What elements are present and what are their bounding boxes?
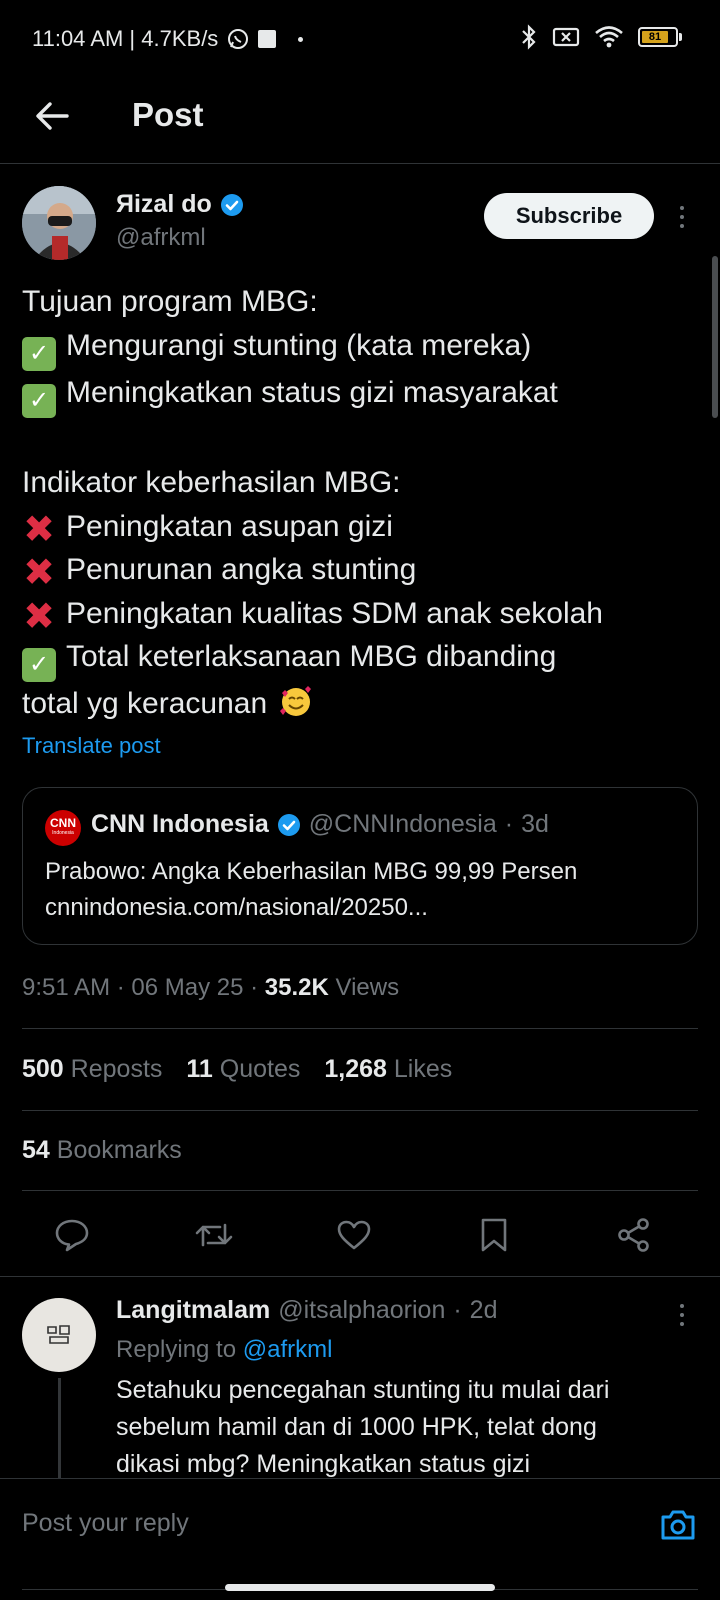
post-line: Tujuan program MBG: (22, 285, 318, 318)
reply-icon (55, 1219, 89, 1252)
reply-composer: Post your reply (0, 1478, 720, 1600)
status-time-speed: 11:04 AM | 4.7KB/s (32, 26, 219, 51)
post-line: ✓ Meningkatkan status gizi masyarakat (22, 371, 702, 418)
reply-text: Setahuku pencegahan stunting itu mulai d… (116, 1376, 610, 1478)
divider (22, 1110, 698, 1111)
like-button[interactable] (334, 1215, 374, 1255)
quote-text: Prabowo: Angka Keberhasilan MBG 99,99 Pe… (45, 858, 578, 885)
quote-link: cnnindonesia.com/nasional/20250... (45, 894, 428, 921)
author-handle[interactable]: @afrkml (116, 224, 206, 252)
reply-input[interactable]: Post your reply (22, 1509, 189, 1538)
post-text: Tujuan program MBG: ✓ Mengurangi stunting… (22, 280, 702, 726)
verified-badge-icon (277, 813, 300, 836)
battery-icon: 81 (638, 27, 682, 47)
whatsapp-icon (228, 29, 249, 49)
share-button[interactable] (614, 1215, 654, 1255)
post-line: ✖ Penurunan angka stunting (23, 552, 417, 594)
replying-to-handle[interactable]: @afrkml (243, 1336, 333, 1363)
quote-header: CNN Indonesia @CNNIndonesia · 3d (91, 810, 549, 839)
divider (0, 1276, 720, 1277)
camera-icon (661, 1510, 695, 1540)
sim-disabled-icon (552, 27, 580, 47)
notification-dot-icon (298, 36, 304, 42)
status-bar: 11:04 AM | 4.7KB/s 81 (0, 0, 720, 76)
check-mark-icon: ✓ (22, 383, 56, 418)
back-button[interactable] (32, 96, 72, 136)
scrollbar[interactable] (712, 256, 718, 418)
quote-time: 3d (521, 810, 549, 838)
cross-mark-icon: ✖ (23, 508, 55, 551)
post-line: ✖ Peningkatan asupan gizi (23, 508, 393, 551)
arrow-left-icon (36, 102, 69, 130)
author-name[interactable]: Яizal do (116, 190, 244, 219)
repost-button[interactable] (194, 1215, 234, 1255)
heart-icon (337, 1220, 371, 1250)
page-title: Post (132, 96, 204, 133)
post-line-blank (22, 418, 702, 462)
reply-more-options-icon[interactable] (672, 1300, 692, 1330)
post-line: Indikator keberhasilan MBG: (22, 466, 401, 499)
battery-level: 81 (642, 31, 668, 43)
status-left: 11:04 AM | 4.7KB/s (32, 26, 304, 52)
bluetooth-icon (522, 24, 536, 50)
notification-square-icon (258, 30, 277, 48)
check-mark-icon: ✓ (22, 336, 56, 371)
divider (22, 1190, 698, 1191)
top-app-bar: Post (0, 76, 720, 164)
reply-author-handle[interactable]: @itsalphaorion (278, 1296, 445, 1325)
repost-icon (195, 1223, 233, 1247)
quoted-post-card[interactable]: CNN Indonesia CNN Indonesia @CNNIndonesia… (22, 787, 698, 945)
reply-author-avatar[interactable] (22, 1298, 96, 1372)
post-line: ✓ Mengurangi stunting (kata mereka) (22, 324, 702, 371)
thread-connector (58, 1378, 61, 1480)
reply-author-name[interactable]: Langitmalam (116, 1296, 270, 1325)
home-indicator[interactable] (225, 1584, 495, 1591)
translate-post-link[interactable]: Translate post (22, 733, 161, 759)
separator-dot: · (504, 810, 514, 838)
views-count: 35.2K (264, 974, 329, 1001)
more-options-icon[interactable] (672, 202, 692, 232)
replying-to: Replying to @afrkml (116, 1336, 333, 1363)
post-line: ✓ Total keterlaksanaan MBG dibanding (22, 635, 702, 682)
quote-author-name: CNN Indonesia (91, 810, 269, 838)
likes-stat[interactable]: 1,268 Likes (324, 1055, 452, 1084)
reply-button[interactable] (52, 1215, 92, 1255)
bookmark-button[interactable] (474, 1215, 514, 1255)
separator-dot: · (453, 1296, 462, 1324)
camera-button[interactable] (656, 1503, 700, 1547)
share-icon (618, 1218, 649, 1252)
post-line: total yg keracunan (22, 682, 702, 726)
cross-mark-icon: ✖ (23, 552, 55, 594)
cross-mark-icon: ✖ (23, 595, 55, 638)
author-name-text: Яizal do (116, 190, 212, 218)
cnn-logo-icon: CNN Indonesia (45, 810, 81, 846)
post-line: ✖ Peningkatan kualitas SDM anak sekolah (23, 595, 603, 638)
quotes-stat[interactable]: 11 Quotes (186, 1055, 300, 1084)
subscribe-button[interactable]: Subscribe (484, 193, 654, 239)
check-mark-icon: ✓ (22, 648, 56, 682)
reply-time: 2d (469, 1296, 498, 1324)
reply-header: Langitmalam @itsalphaorion · 2d (116, 1296, 497, 1325)
wifi-icon (595, 26, 623, 48)
verified-badge-icon (220, 193, 243, 216)
engagement-stats: 500 Reposts 11 Quotes 1,268 Likes (22, 1055, 452, 1084)
smiling-face-with-hearts-icon (276, 685, 316, 719)
divider (22, 1028, 698, 1029)
reposts-stat[interactable]: 500 Reposts (22, 1055, 162, 1084)
bookmark-icon (481, 1218, 507, 1252)
author-avatar[interactable] (22, 186, 96, 260)
quote-author-handle: @CNNIndonesia (308, 810, 497, 838)
status-right: 81 (520, 24, 682, 50)
post-timestamp: 9:51 AM · 06 May 25 · 35.2K Views (22, 974, 400, 1001)
bookmarks-stat[interactable]: 54 Bookmarks (22, 1136, 182, 1165)
